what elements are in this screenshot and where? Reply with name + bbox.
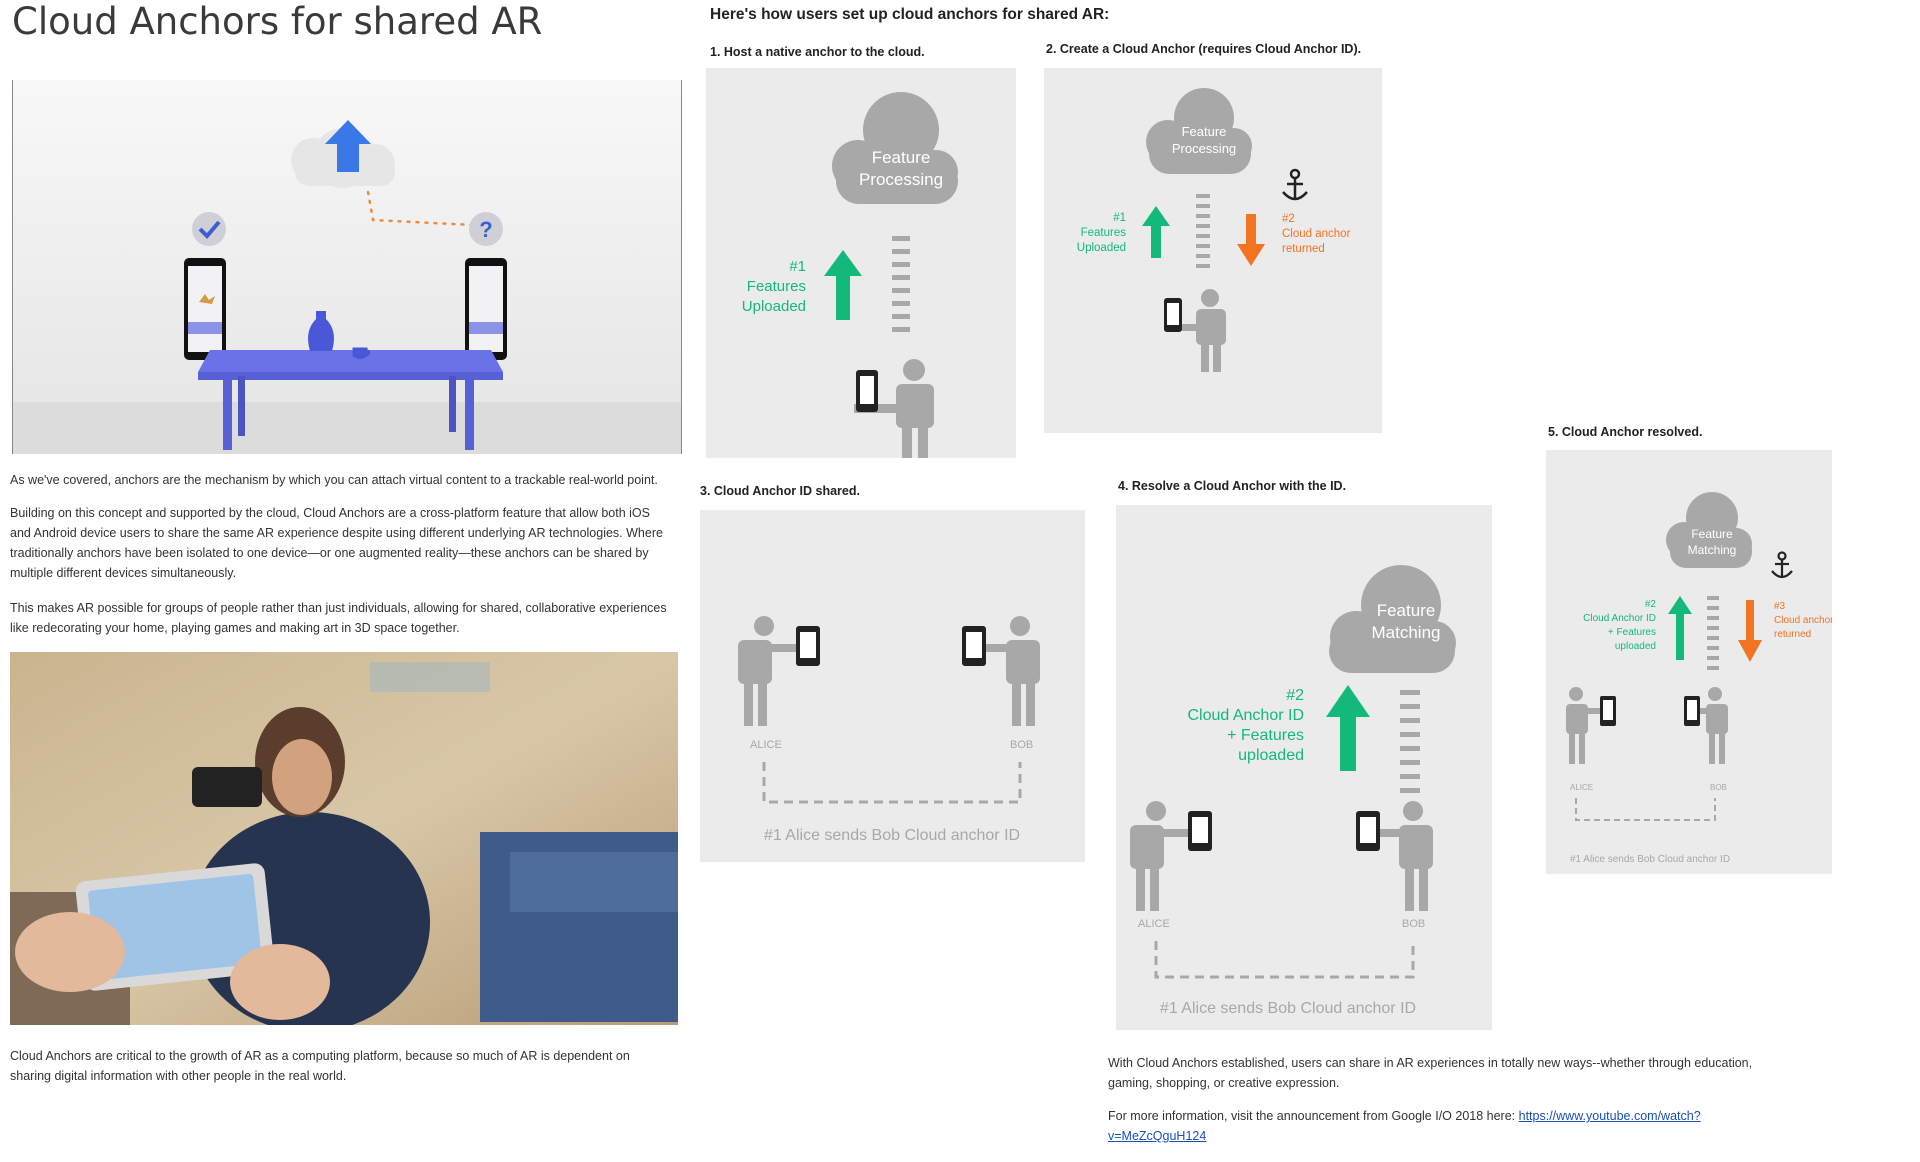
- paragraph-critical: Cloud Anchors are critical to the growth…: [10, 1049, 630, 1083]
- page-title: Cloud Anchors for shared AR: [12, 0, 543, 43]
- setup-heading: Here's how users set up cloud anchors fo…: [710, 6, 1110, 23]
- step-4-heading: 4. Resolve a Cloud Anchor with the ID.: [1118, 479, 1347, 493]
- phone-left: [184, 258, 226, 360]
- step-3-diagram: ALICE BOB #1 Alice sends Bob Cloud ancho…: [700, 510, 1085, 862]
- arrow-up-icon: [824, 250, 862, 320]
- phone-icon: [1356, 811, 1380, 851]
- uploaded-num: #1: [1113, 212, 1126, 224]
- arrow-up-icon: [1142, 206, 1170, 258]
- cloud-label-line2: Matching: [1372, 623, 1441, 642]
- step-4-diagram: Feature Matching #2 Cloud Anchor ID + Fe…: [1116, 505, 1492, 1030]
- alice-label: ALICE: [750, 739, 782, 751]
- cloud-label-line2: Processing: [1172, 141, 1236, 156]
- resolve-num: #2: [1645, 599, 1657, 610]
- uploaded-line1: Features: [747, 278, 806, 295]
- anchor-icon: [1282, 168, 1308, 201]
- svg-text:?: ?: [479, 217, 492, 242]
- returned-num: #3: [1774, 601, 1786, 612]
- sends-label: #1 Alice sends Bob Cloud anchor ID: [1570, 854, 1730, 865]
- paragraph-anchors-intro: As we've covered, anchors are the mechan…: [10, 473, 658, 487]
- person-alice-icon: [1130, 801, 1194, 911]
- step-1-diagram: Feature Processing #1 Features Uploaded: [706, 68, 1016, 458]
- anchor-icon: [1771, 551, 1793, 579]
- returned-line1: Cloud anchor: [1774, 615, 1832, 626]
- uploaded-line1: Features: [1081, 227, 1127, 239]
- step-5-heading: 5. Cloud Anchor resolved.: [1548, 425, 1703, 439]
- bob-label: BOB: [1710, 783, 1727, 792]
- phone-right: [465, 258, 507, 360]
- sends-label: #1 Alice sends Bob Cloud anchor ID: [764, 827, 1020, 844]
- phone-icon: [1684, 696, 1700, 726]
- youtube-link-line1[interactable]: https://www.youtube.com/watch?: [1519, 1109, 1701, 1123]
- ar-photo: [10, 652, 678, 1025]
- uploaded-line2: Uploaded: [1077, 242, 1126, 254]
- alice-label: ALICE: [1570, 783, 1593, 792]
- arrow-up-icon: [1326, 685, 1370, 771]
- resolve-line2: + Features: [1227, 727, 1304, 744]
- uploaded-line2: Uploaded: [742, 298, 806, 315]
- uploaded-num: #1: [789, 258, 806, 275]
- resolve-num: #2: [1286, 687, 1304, 704]
- paragraph-groups: This makes AR possible for groups of peo…: [10, 601, 667, 635]
- cloud-label-line1: Feature: [1691, 527, 1733, 541]
- phone-icon: [1600, 696, 1616, 726]
- arrow-up-icon: [1668, 596, 1692, 660]
- phone-icon: [796, 626, 820, 666]
- question-icon: ?: [469, 212, 503, 246]
- resolve-line1: Cloud Anchor ID: [1583, 613, 1656, 624]
- cloud-label-line1: Feature: [1182, 124, 1227, 139]
- phone-icon: [1188, 811, 1212, 851]
- cloud-label-line1: Feature: [1377, 601, 1436, 620]
- hero-illustration: ?: [12, 80, 682, 454]
- person-alice-icon: [738, 616, 804, 726]
- paragraph-cloud-anchors-definition: Building on this concept and supported b…: [10, 506, 663, 580]
- step-1-heading: 1. Host a native anchor to the cloud.: [710, 45, 925, 59]
- phone-icon: [1164, 298, 1182, 332]
- bob-label: BOB: [1010, 739, 1033, 751]
- step-5-diagram: Feature Matching #2 Cloud Anchor ID + Fe…: [1546, 450, 1832, 874]
- cloud-label-line1: Feature: [872, 148, 931, 167]
- paragraph-more-info: For more information, visit the announce…: [1108, 1106, 1768, 1146]
- check-icon: [192, 212, 226, 246]
- sends-label: #1 Alice sends Bob Cloud anchor ID: [1160, 1000, 1416, 1017]
- alice-label: ALICE: [1138, 918, 1170, 930]
- resolve-line2: + Features: [1608, 627, 1656, 638]
- step-3-heading: 3. Cloud Anchor ID shared.: [700, 484, 860, 498]
- returned-num: #2: [1282, 213, 1295, 225]
- more-info-text: For more information, visit the announce…: [1108, 1109, 1519, 1123]
- bob-label: BOB: [1402, 918, 1425, 930]
- returned-line1: Cloud anchor: [1282, 228, 1351, 240]
- cloud-label-line2: Processing: [859, 170, 943, 189]
- arrow-down-icon: [1237, 214, 1265, 266]
- returned-line2: returned: [1774, 629, 1811, 640]
- returned-line2: returned: [1282, 243, 1325, 255]
- phone-icon: [962, 626, 986, 666]
- step-2-heading: 2. Create a Cloud Anchor (requires Cloud…: [1046, 42, 1362, 56]
- phone-icon: [856, 370, 878, 412]
- resolve-line3: uploaded: [1615, 641, 1656, 652]
- resolve-line3: uploaded: [1238, 747, 1304, 764]
- step-2-diagram: Feature Processing #1 Features Uploaded …: [1044, 68, 1382, 433]
- resolve-line1: Cloud Anchor ID: [1187, 707, 1304, 724]
- youtube-link-line2[interactable]: v=MeZcQguH124: [1108, 1129, 1206, 1143]
- cloud-label-line2: Matching: [1688, 543, 1737, 557]
- paragraph-established: With Cloud Anchors established, users ca…: [1108, 1056, 1753, 1090]
- arrow-down-icon: [1738, 600, 1762, 662]
